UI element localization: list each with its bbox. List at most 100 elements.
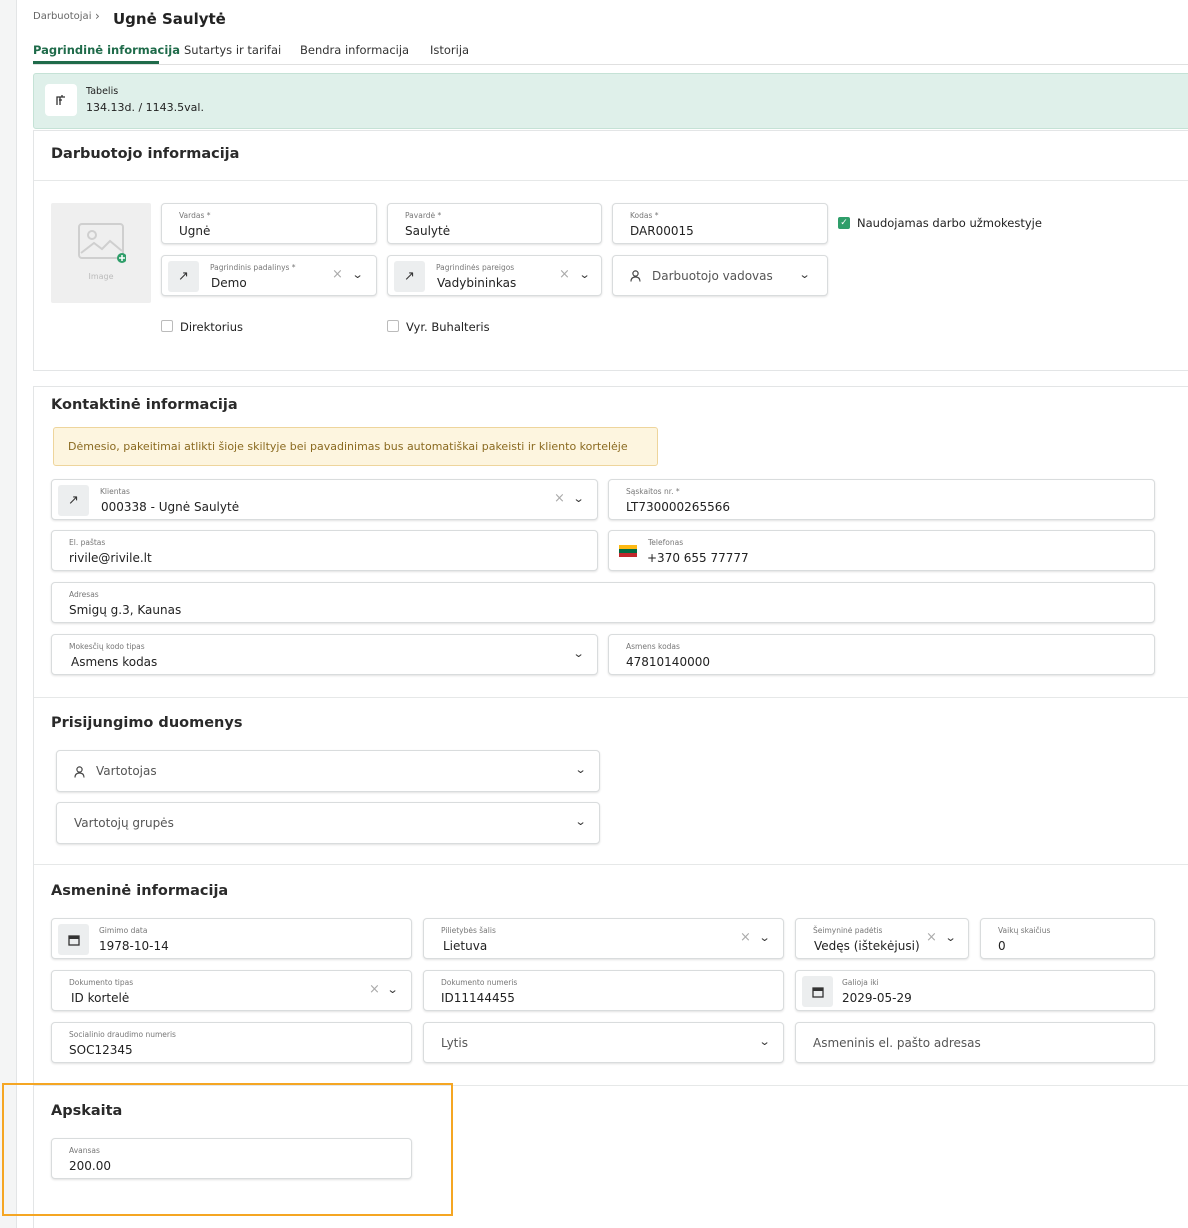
phone-field[interactable]: Telefonas +370 655 77777 (608, 530, 1155, 571)
chevron-down-icon[interactable]: ⌄ (799, 268, 811, 281)
tax-code-type-value: Asmens kodas (71, 655, 158, 669)
clear-icon[interactable]: × (369, 982, 380, 997)
document-number-field[interactable]: Dokumento numeris ID11144455 (423, 970, 784, 1011)
klientas-label: Klientas (100, 487, 130, 496)
clear-icon[interactable]: × (740, 930, 751, 945)
personal-email-placeholder: Asmeninis el. pašto adresas (813, 1036, 981, 1050)
marital-status-select[interactable]: Šeimyninė padėtis Vedęs (ištekėjusi) × ⌄ (795, 918, 969, 959)
timesheet-icon[interactable] (45, 84, 77, 116)
warning-banner: Dėmesio, pakeitimai atlikti šioje skilty… (53, 427, 658, 466)
marital-status-value: Vedęs (ištekėjusi) (814, 939, 920, 953)
tab-istorija[interactable]: Istorija (430, 43, 469, 57)
citizenship-select[interactable]: Pilietybės šalis Lietuva × ⌄ (423, 918, 784, 959)
children-count-value: 0 (998, 939, 1006, 953)
chevron-down-icon[interactable]: ⌄ (579, 268, 591, 281)
page-title: Ugnė Saulytė (113, 10, 226, 28)
buhalteris-label: Vyr. Buhalteris (406, 320, 490, 334)
image-placeholder-icon (78, 223, 126, 263)
vartotojas-select[interactable]: Vartotojas ⌄ (56, 750, 600, 792)
birth-date-value: 1978-10-14 (99, 939, 169, 953)
calendar-icon[interactable] (802, 976, 833, 1007)
vadovas-select[interactable]: Darbuotojo vadovas ⌄ (612, 255, 828, 296)
login-title: Prisijungimo duomenys (51, 715, 243, 731)
external-link-icon[interactable]: ↗ (168, 261, 199, 292)
divider (34, 180, 1188, 181)
gender-select[interactable]: Lytis ⌄ (423, 1022, 784, 1063)
pavarde-label: Pavardė * (405, 211, 442, 220)
phone-label: Telefonas (648, 538, 684, 547)
email-value: rivile@rivile.lt (69, 551, 152, 565)
pareigos-value: Vadybininkas (437, 276, 517, 290)
chevron-down-icon[interactable]: ⌄ (575, 815, 587, 828)
tabelis-banner (33, 73, 1188, 129)
tab-bendra[interactable]: Bendra informacija (300, 43, 409, 57)
personal-code-field[interactable]: Asmens kodas 47810140000 (608, 634, 1155, 675)
chevron-down-icon[interactable]: ⌄ (573, 647, 585, 660)
chevron-down-icon[interactable]: ⌄ (387, 983, 399, 996)
valid-until-field[interactable]: Galioja iki 2029-05-29 (795, 970, 1155, 1011)
breadcrumb-chevron-icon: › (95, 9, 100, 23)
clear-icon[interactable]: × (554, 491, 565, 506)
kodas-value: DAR00015 (630, 224, 694, 238)
padalinys-label: Pagrindinis padalinys * (210, 263, 296, 272)
clear-icon[interactable]: × (926, 930, 937, 945)
chevron-down-icon[interactable]: ⌄ (575, 763, 587, 776)
tab-pagrindine[interactable]: Pagrindinė informacija (33, 43, 180, 57)
address-value: Smigų g.3, Kaunas (69, 603, 182, 617)
payroll-checkbox-label: Naudojamas darbo užmokestyje (857, 216, 1042, 230)
chevron-down-icon[interactable]: ⌄ (759, 931, 771, 944)
chevron-down-icon[interactable]: ⌄ (945, 931, 957, 944)
personal-email-field[interactable]: Asmeninis el. pašto adresas (795, 1022, 1155, 1063)
address-field[interactable]: Adresas Smigų g.3, Kaunas (51, 582, 1155, 623)
buhalteris-checkbox[interactable] (387, 320, 399, 332)
tab-sutartys[interactable]: Sutartys ir tarifai (184, 43, 281, 57)
pareigos-label: Pagrindinės pareigos (436, 263, 515, 272)
kodas-field[interactable]: Kodas * DAR00015 (612, 203, 828, 244)
left-sidebar (0, 0, 17, 1228)
breadcrumb-root[interactable]: Darbuotojai (33, 11, 91, 22)
employee-photo[interactable]: Image (51, 203, 151, 303)
klientas-select[interactable]: ↗ Klientas 000338 - Ugnė Saulytė × ⌄ (51, 479, 598, 520)
tabelis-value: 134.13d. / 1143.5val. (86, 101, 204, 114)
social-insurance-field[interactable]: Socialinio draudimo numeris SOC12345 (51, 1022, 412, 1063)
clear-icon[interactable]: × (559, 267, 570, 282)
calendar-icon[interactable] (58, 924, 89, 955)
kodas-label: Kodas * (630, 211, 659, 220)
social-insurance-label: Socialinio draudimo numeris (69, 1030, 176, 1039)
tax-code-type-label: Mokesčių kodo tipas (69, 642, 145, 651)
direktorius-label: Direktorius (180, 320, 244, 334)
citizenship-value: Lietuva (443, 939, 488, 953)
lithuania-flag-icon[interactable] (619, 545, 637, 557)
saskaita-field[interactable]: Sąskaitos nr. * LT730000265566 (608, 479, 1155, 520)
external-link-icon[interactable]: ↗ (394, 261, 425, 292)
vardas-value: Ugnė (179, 224, 211, 238)
email-field[interactable]: El. paštas rivile@rivile.lt (51, 530, 598, 571)
payroll-checkbox[interactable]: ✓ (838, 217, 850, 229)
chevron-down-icon[interactable]: ⌄ (352, 268, 364, 281)
vardas-field[interactable]: Vardas * Ugnė (161, 203, 377, 244)
klientas-value: 000338 - Ugnė Saulytė (101, 500, 240, 514)
saskaita-label: Sąskaitos nr. * (626, 487, 680, 496)
highlight-box (2, 1083, 453, 1216)
external-link-icon[interactable]: ↗ (58, 485, 89, 516)
tax-code-type-select[interactable]: Mokesčių kodo tipas Asmens kodas ⌄ (51, 634, 598, 675)
document-type-select[interactable]: Dokumento tipas ID kortelė × ⌄ (51, 970, 412, 1011)
padalinys-select[interactable]: ↗ Pagrindinis padalinys * Demo × ⌄ (161, 255, 377, 296)
chevron-down-icon[interactable]: ⌄ (759, 1035, 771, 1048)
children-count-field[interactable]: Vaikų skaičius 0 (980, 918, 1155, 959)
phone-value: +370 655 77777 (647, 551, 749, 565)
image-label: Image (88, 272, 114, 281)
pavarde-value: Saulytė (405, 224, 451, 238)
chevron-down-icon[interactable]: ⌄ (573, 492, 585, 505)
padalinys-value: Demo (211, 276, 247, 290)
pavarde-field[interactable]: Pavardė * Saulytė (387, 203, 602, 244)
pareigos-select[interactable]: ↗ Pagrindinės pareigos Vadybininkas × ⌄ (387, 255, 602, 296)
clear-icon[interactable]: × (332, 267, 343, 282)
direktorius-checkbox[interactable] (161, 320, 173, 332)
document-type-value: ID kortelė (71, 991, 130, 1005)
vartotojas-placeholder: Vartotojas (96, 764, 157, 778)
birth-date-field[interactable]: Gimimo data 1978-10-14 (51, 918, 412, 959)
user-groups-select[interactable]: Vartotojų grupės ⌄ (56, 802, 600, 844)
valid-until-value: 2029-05-29 (842, 991, 912, 1005)
valid-until-label: Galioja iki (842, 978, 879, 987)
